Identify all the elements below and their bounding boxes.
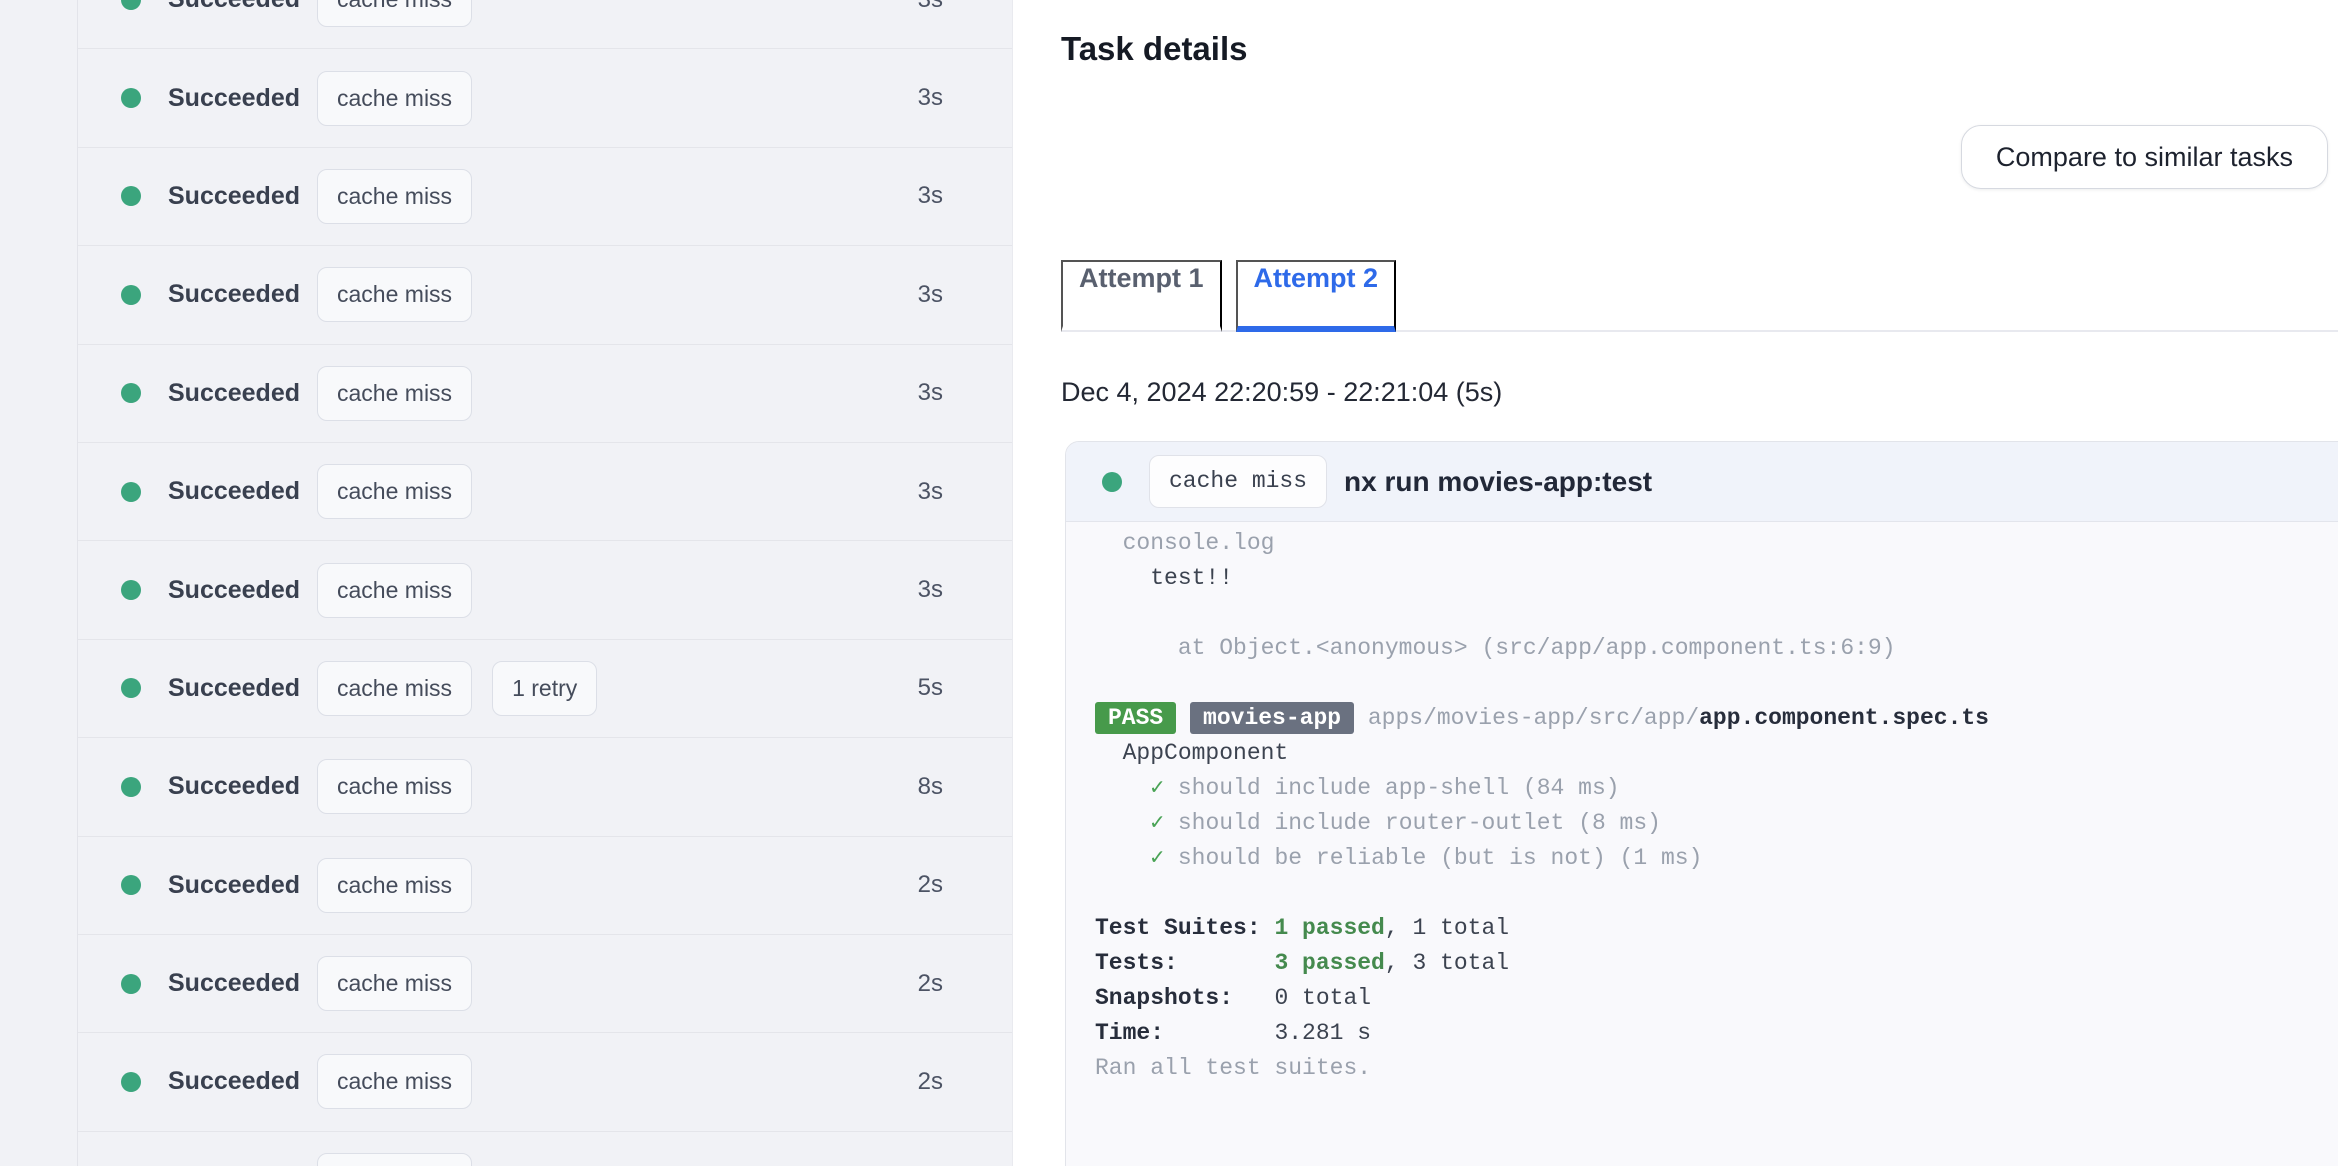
task-details-panel: Task details Compare to similar tasks At… [1013, 0, 2338, 1166]
terminal-line: Snapshots: 0 total [1095, 985, 1372, 1011]
cache-status-badge: cache miss [1149, 455, 1328, 508]
task-duration: 3s [917, 280, 943, 308]
cache-miss-badge: cache miss [317, 660, 473, 716]
status-dot-icon [121, 875, 141, 896]
status-label: Succeeded [168, 181, 301, 210]
task-duration: 3s [917, 84, 943, 112]
cache-miss-badge: cache miss [317, 857, 473, 913]
task-command: nx run movies-app:test [1344, 465, 1653, 497]
status-dot-icon [121, 1071, 141, 1092]
cache-miss-badge: cache miss [317, 464, 473, 520]
terminal-line: PASS movies-app apps/movies-app/src/app/… [1095, 701, 2327, 736]
terminal-line: console.log [1095, 530, 1275, 556]
terminal-line: at Object.<anonymous> (src/app/app.compo… [1095, 635, 1896, 661]
task-duration: 3s [917, 182, 943, 210]
tab-attempt-1[interactable]: Attempt 1 [1061, 260, 1222, 332]
task-row[interactable]: Succeeded cache miss 3s [78, 345, 1012, 443]
status-dot-icon [121, 580, 141, 601]
cache-miss-badge: cache miss [317, 168, 473, 224]
terminal-line: Tests: 3 passed, 3 total [1095, 950, 1510, 976]
task-row[interactable]: Succeeded cache miss 8s [78, 738, 1012, 837]
task-output-header[interactable]: cache miss nx run movies-app:test [1066, 442, 2338, 522]
cache-miss-badge: cache miss [317, 1054, 473, 1110]
status-dot-icon [121, 284, 141, 305]
terminal-line: ✓ should include app-shell (84 ms) [1150, 775, 1620, 801]
task-row[interactable]: Succeeded cache miss 2s [78, 935, 1012, 1034]
cache-miss-badge: cache miss [317, 562, 473, 618]
task-row[interactable]: Succeeded cache miss 2s [78, 837, 1012, 935]
task-output-card: cache miss nx run movies-app:test consol… [1065, 441, 2338, 1166]
task-list: Succeeded cache miss 3s Succeeded cache miss… [77, 0, 1012, 1166]
task-row[interactable]: Succeeded cache miss 3s [78, 0, 1012, 50]
task-row[interactable]: Succeeded cache miss 1 retry 5s [78, 640, 1012, 739]
terminal-line: Ran all test suites. [1095, 1055, 1372, 1081]
status-label: Succeeded [168, 83, 301, 112]
tab-attempt-2[interactable]: Attempt 2 [1235, 260, 1397, 332]
status-dot-icon [121, 0, 141, 10]
attempt-time-range: Dec 4, 2024 22:20:59 - 22:21:04 (5s) [1061, 377, 1503, 407]
task-duration: 2s [917, 1067, 943, 1095]
page-title: Task details [1061, 30, 1248, 67]
task-duration: 3s [917, 477, 943, 505]
status-dot-icon [121, 776, 141, 797]
cache-miss-badge: cache miss [317, 70, 473, 126]
cache-miss-badge: cache miss [317, 365, 473, 421]
task-row[interactable]: Succeeded cache miss 2s [78, 1033, 1012, 1132]
task-duration: 8s [917, 772, 943, 800]
task-duration: 2s [917, 969, 943, 997]
status-label: Succeeded [168, 0, 300, 14]
task-duration: 2s [917, 871, 943, 899]
status-dot-icon [1102, 471, 1122, 492]
cache-miss-badge: cache miss [317, 0, 473, 28]
status-label: Succeeded [168, 1067, 301, 1096]
cache-miss-badge: cache miss [317, 1152, 473, 1166]
terminal-line: ✓ should include router-outlet (8 ms) [1150, 810, 1661, 836]
status-dot-icon [121, 88, 141, 109]
status-label: Succeeded [168, 673, 301, 702]
task-duration: 5s [917, 674, 943, 702]
terminal-line: test!! [1095, 565, 1234, 591]
terminal-line: Test Suites: 1 passed, 1 total [1095, 915, 1510, 941]
retry-badge: 1 retry [492, 660, 598, 716]
task-list-pane: Succeeded cache miss 3s Succeeded cache miss… [0, 0, 1013, 1166]
task-row[interactable]: Succeeded cache miss 3s [78, 443, 1012, 542]
status-dot-icon [121, 678, 141, 699]
status-label: Succeeded [168, 575, 301, 604]
status-label: Succeeded [168, 969, 301, 998]
status-dot-icon [121, 383, 141, 404]
status-label: Succeeded [168, 870, 301, 899]
task-duration: 3s [918, 0, 943, 14]
task-row[interactable]: Succeeded cache miss 3s [78, 246, 1012, 345]
cache-miss-badge: cache miss [317, 759, 473, 815]
task-row[interactable]: Succeeded cache miss 3s [78, 49, 1012, 148]
task-duration: 3s [917, 576, 943, 604]
status-label: Succeeded [168, 772, 301, 801]
task-row[interactable]: Succeededcache miss [78, 1132, 1012, 1166]
terminal-line: AppComponent [1095, 740, 1289, 766]
status-label: Succeeded [168, 477, 301, 506]
status-dot-icon [121, 481, 141, 502]
cache-miss-badge: cache miss [317, 267, 473, 323]
task-duration: 3s [917, 379, 943, 407]
status-dot-icon [121, 186, 141, 207]
task-row[interactable]: Succeeded cache miss 3s [78, 148, 1012, 247]
compare-similar-tasks-button[interactable]: Compare to similar tasks [1960, 125, 2328, 189]
status-dot-icon [121, 973, 141, 994]
status-label: Succeeded [168, 280, 301, 309]
terminal-line: ✓ should be reliable (but is not) (1 ms) [1150, 845, 1703, 871]
terminal-line: Time: 3.281 s [1095, 1020, 1372, 1046]
status-label: Succeeded [168, 378, 301, 407]
cache-miss-badge: cache miss [317, 956, 473, 1012]
task-row[interactable]: Succeeded cache miss 3s [78, 541, 1012, 640]
terminal-output: console.log test!! at Object.<anonymous>… [1066, 522, 2338, 1116]
attempt-tabs: Attempt 1 Attempt 2 [1061, 260, 2338, 332]
